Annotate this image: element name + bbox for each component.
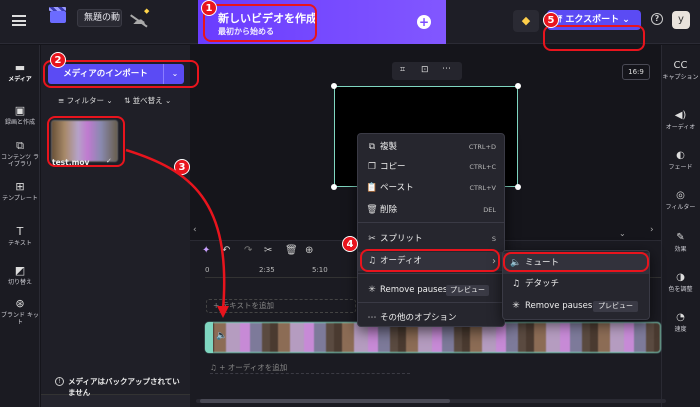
- annotation-arrow: [125, 148, 229, 318]
